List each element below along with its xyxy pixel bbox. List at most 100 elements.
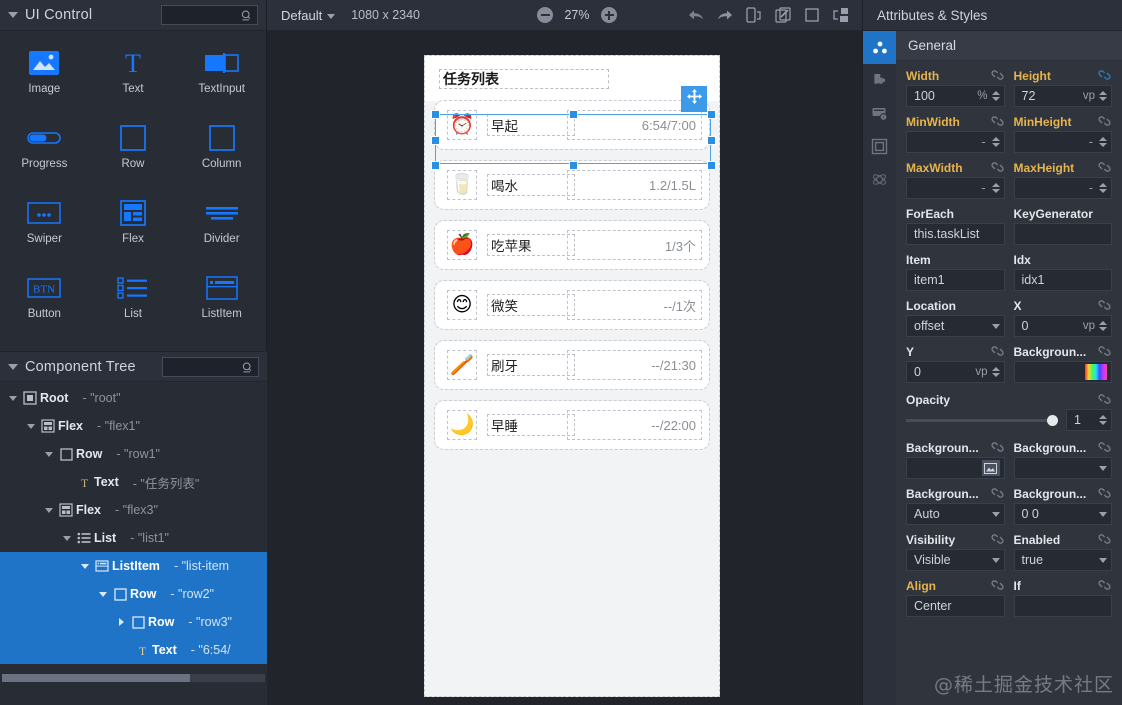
link-icon[interactable]	[1097, 441, 1112, 456]
tree-node-row2[interactable]: Row - "row2"	[0, 580, 267, 608]
task-row[interactable]: 😊 微笑 --/1次	[434, 280, 710, 330]
control-item-image[interactable]: Image	[0, 45, 89, 110]
if-input[interactable]	[1013, 595, 1112, 617]
task-row[interactable]: 🍎 吃苹果 1/3个	[434, 220, 710, 270]
link-icon[interactable]	[1097, 487, 1112, 502]
idx-input[interactable]: idx1	[1013, 269, 1112, 291]
link-icon[interactable]	[990, 345, 1005, 360]
keygenerator-input[interactable]	[1013, 223, 1112, 245]
link-icon[interactable]	[1097, 161, 1112, 176]
task-value-box[interactable]: 6:54/7:00	[567, 110, 702, 140]
link-icon[interactable]	[1097, 533, 1112, 548]
visibility-select[interactable]: Visible	[906, 549, 1005, 571]
background-repeat-select[interactable]	[1013, 457, 1112, 479]
tree-node-root[interactable]: Root - "root"	[0, 384, 267, 412]
background-color-picker[interactable]	[1013, 361, 1112, 383]
zoom-out-button[interactable]	[537, 7, 553, 23]
link-icon[interactable]	[990, 533, 1005, 548]
control-item-listitem[interactable]: ListItem	[177, 270, 266, 335]
background-image-input[interactable]	[906, 457, 1005, 479]
tree-horizontal-scrollbar[interactable]	[2, 674, 265, 682]
layers-icon[interactable]	[773, 6, 792, 25]
height-input[interactable]: 72 vp	[1013, 85, 1112, 107]
control-item-list[interactable]: List	[89, 270, 178, 335]
task-name-box[interactable]: 微笑	[487, 294, 575, 316]
link-icon[interactable]	[990, 487, 1005, 502]
design-canvas[interactable]: 任务列表 ⏰ 早起 6:54/7:00 🥛 喝水 1.2/1.5L 🍎 吃苹果	[267, 31, 862, 705]
opacity-input[interactable]: 1	[1066, 409, 1112, 431]
scrollbar-thumb[interactable]	[2, 674, 190, 682]
device-selector[interactable]: Default	[281, 8, 336, 23]
control-item-progress[interactable]: Progress	[0, 120, 89, 185]
puzzle-icon[interactable]	[863, 64, 896, 97]
component-tree-search-input[interactable]	[162, 357, 259, 377]
location-select[interactable]: offset	[906, 315, 1005, 337]
stepper[interactable]	[1099, 415, 1107, 425]
box-model-icon[interactable]	[863, 130, 896, 163]
link-icon[interactable]	[1097, 393, 1112, 408]
background-size-select[interactable]: Auto	[906, 503, 1005, 525]
split-view-icon[interactable]	[831, 6, 850, 25]
preview-title-box[interactable]: 任务列表	[439, 68, 609, 89]
tree-node-list1[interactable]: List - "list1"	[0, 524, 267, 552]
control-item-flex[interactable]: Flex	[89, 195, 178, 260]
link-icon[interactable]	[990, 441, 1005, 456]
undo-icon[interactable]	[686, 6, 705, 25]
link-icon[interactable]	[1097, 299, 1112, 314]
color-swatch-icon[interactable]	[1085, 364, 1107, 380]
link-icon[interactable]	[1097, 115, 1112, 130]
expand-caret-icon[interactable]	[60, 535, 74, 541]
ui-control-search-input[interactable]	[161, 5, 258, 25]
task-name-box[interactable]: 吃苹果	[487, 234, 575, 256]
x-input[interactable]: 0 vp	[1013, 315, 1112, 337]
task-row[interactable]: 🪥 刷牙 --/21:30	[434, 340, 710, 390]
tree-node-flex1[interactable]: Flex - "flex1"	[0, 412, 267, 440]
enabled-select[interactable]: true	[1013, 549, 1112, 571]
item-input[interactable]: item1	[906, 269, 1005, 291]
stepper[interactable]	[1099, 91, 1107, 101]
expand-caret-icon[interactable]	[24, 423, 38, 429]
expand-caret-icon[interactable]	[42, 451, 56, 457]
stepper[interactable]	[1099, 183, 1107, 193]
expand-caret-icon[interactable]	[78, 563, 92, 569]
task-name-box[interactable]: 刷牙	[487, 354, 575, 376]
tree-node-text-title[interactable]: T Text - "任务列表"	[0, 468, 267, 496]
tree-node-flex3[interactable]: Flex - "flex3"	[0, 496, 267, 524]
align-select[interactable]: Center	[906, 595, 1005, 617]
events-icon[interactable]: i	[863, 97, 896, 130]
max-width-input[interactable]: -	[906, 177, 1005, 199]
stepper[interactable]	[1099, 321, 1107, 331]
task-name-box[interactable]: 喝水	[487, 174, 575, 196]
control-item-divider[interactable]: Divider	[177, 195, 266, 260]
collapse-caret-icon[interactable]	[8, 12, 18, 18]
task-value-box[interactable]: --/21:30	[567, 350, 702, 380]
collapse-caret-icon[interactable]	[8, 363, 18, 370]
foreach-input[interactable]: this.taskList	[906, 223, 1005, 245]
task-row[interactable]: 🥛 喝水 1.2/1.5L	[434, 160, 710, 210]
task-value-box[interactable]: 1/3个	[567, 230, 702, 260]
link-icon[interactable]	[1097, 345, 1112, 360]
tree-node-row1[interactable]: Row - "row1"	[0, 440, 267, 468]
frame-icon[interactable]	[802, 6, 821, 25]
task-row[interactable]: ⏰ 早起 6:54/7:00	[434, 100, 710, 150]
task-name-box[interactable]: 早起	[487, 114, 575, 136]
control-item-swiper[interactable]: Swiper	[0, 195, 89, 260]
stepper[interactable]	[991, 367, 1000, 377]
slider-knob[interactable]	[1047, 414, 1058, 426]
attributes-icon[interactable]	[863, 31, 896, 64]
image-picker-icon[interactable]	[981, 460, 1000, 476]
width-input[interactable]: 100 %	[906, 85, 1005, 107]
link-icon[interactable]	[990, 161, 1005, 176]
expand-caret-icon[interactable]	[42, 507, 56, 513]
task-value-box[interactable]: --/22:00	[567, 410, 702, 440]
zoom-in-button[interactable]	[601, 7, 617, 23]
tree-node-text-value[interactable]: T Text - "6:54/	[0, 636, 267, 664]
task-row[interactable]: 🌙 早睡 --/22:00	[434, 400, 710, 450]
device-preview-icon[interactable]	[744, 6, 763, 25]
stepper[interactable]	[991, 91, 1000, 101]
link-icon[interactable]	[990, 115, 1005, 130]
link-icon[interactable]	[990, 69, 1005, 84]
control-item-text[interactable]: T Text	[89, 45, 178, 110]
max-height-input[interactable]: -	[1013, 177, 1112, 199]
link-icon[interactable]	[1097, 69, 1112, 84]
